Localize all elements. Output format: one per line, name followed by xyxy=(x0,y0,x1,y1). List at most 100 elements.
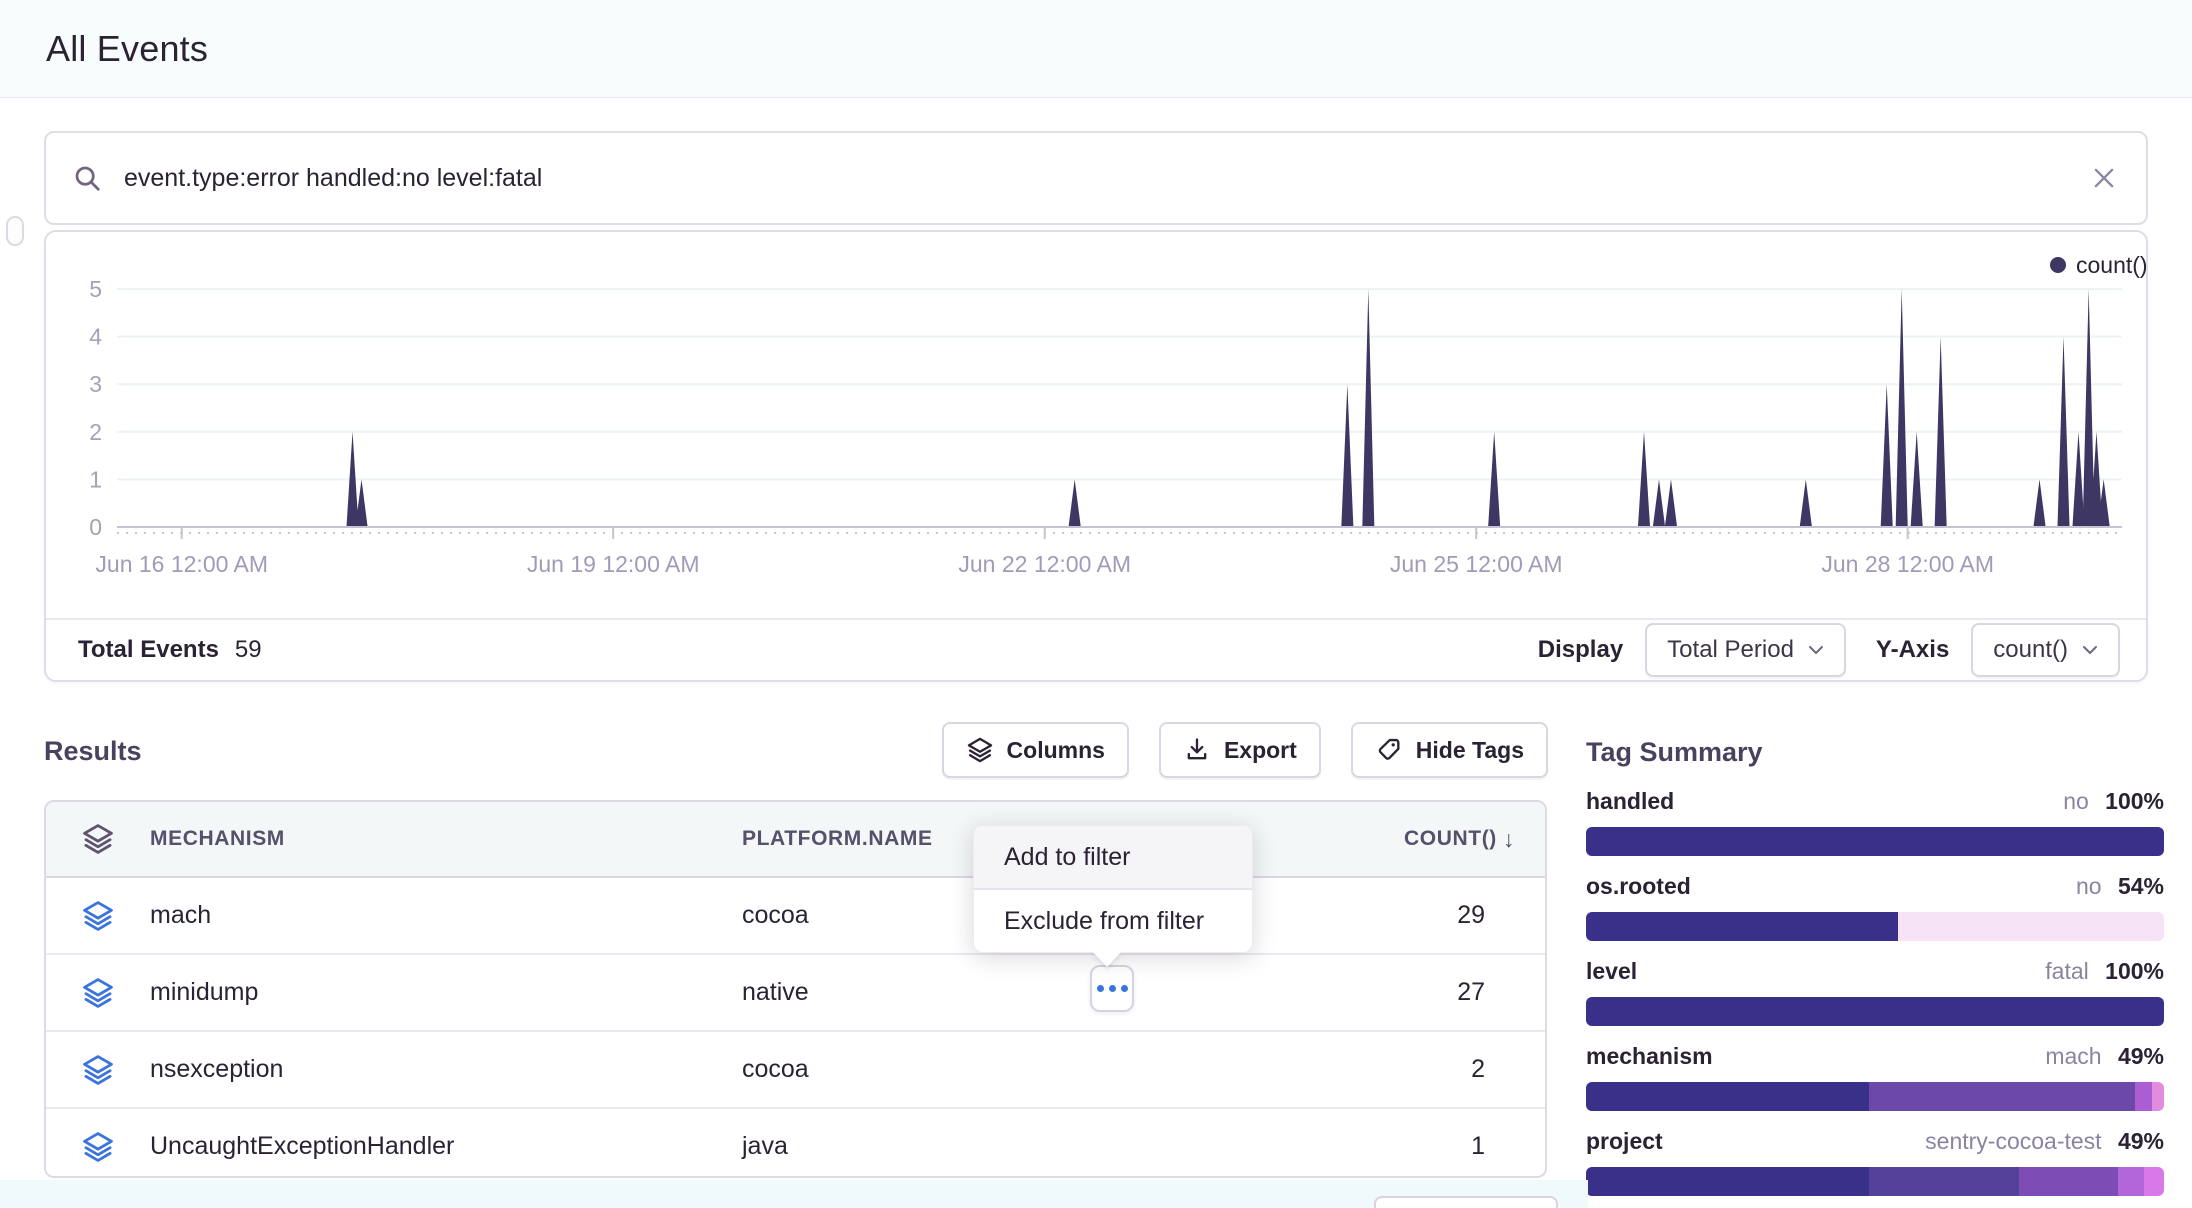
columns-button[interactable]: Columns xyxy=(942,722,1129,778)
tag-bar-segment[interactable] xyxy=(2152,1082,2164,1111)
row-actions-button[interactable] xyxy=(1090,965,1134,1012)
total-events-label: Total Events xyxy=(78,636,219,664)
tag-percent: 100% xyxy=(2099,958,2164,984)
hide-tags-button[interactable]: Hide Tags xyxy=(1351,722,1548,778)
tag-bar-segment[interactable] xyxy=(1586,997,2164,1026)
search-icon xyxy=(72,163,102,193)
tag-top-value: no xyxy=(2076,873,2102,899)
layers-icon xyxy=(46,1130,150,1164)
y-axis-tick-label: 5 xyxy=(89,276,102,302)
tag-name[interactable]: project xyxy=(1586,1128,1663,1155)
tag-percent: 49% xyxy=(2112,1128,2164,1154)
chart-spike xyxy=(1341,384,1353,526)
x-axis-tick-label: Jun 22 12:00 AM xyxy=(958,551,1131,577)
table-row[interactable]: UncaughtExceptionHandlerjava1 xyxy=(46,1109,1545,1178)
search-bar[interactable]: event.type:error handled:no level:fatal xyxy=(44,131,2148,225)
chart-spike xyxy=(1800,479,1812,526)
tag-name[interactable]: mechanism xyxy=(1586,1043,1713,1070)
tag-summary-item: levelfatal 100% xyxy=(1586,958,2164,1026)
chart-spike xyxy=(1653,479,1665,526)
tag-bar-segment[interactable] xyxy=(1586,1082,1869,1111)
tag-distribution-bar xyxy=(1586,997,2164,1026)
legend-dot xyxy=(2050,257,2066,273)
tag-distribution-bar xyxy=(1586,827,2164,856)
tag-bar-segment[interactable] xyxy=(2135,1082,2152,1111)
yaxis-dropdown-value: count() xyxy=(1993,636,2068,664)
layers-icon xyxy=(966,736,994,764)
pagination-partial[interactable] xyxy=(1374,1196,1558,1208)
cell-mechanism: mach xyxy=(150,901,742,930)
cell-mechanism: nsexception xyxy=(150,1055,742,1084)
columns-button-label: Columns xyxy=(1007,737,1105,764)
menu-pointer-tail xyxy=(1092,951,1122,967)
close-icon[interactable] xyxy=(2090,164,2118,192)
tag-summary-item: mechanismmach 49% xyxy=(1586,1043,2164,1111)
events-chart-panel: 012345Jun 16 12:00 AMJun 19 12:00 AMJun … xyxy=(44,230,2148,682)
y-axis-tick-label: 0 xyxy=(89,514,102,540)
tag-top-value: sentry-cocoa-test xyxy=(1925,1128,2101,1154)
layers-icon xyxy=(46,822,150,856)
yaxis-label: Y-Axis xyxy=(1876,636,1949,664)
tag-summary-item: project sentry-cocoa-test 49% xyxy=(1586,1128,2164,1196)
all-events-page: All Events event.type:error handled:no l… xyxy=(0,0,2192,1208)
tag-percent: 100% xyxy=(2099,788,2164,814)
tag-icon xyxy=(1375,736,1403,764)
yaxis-dropdown[interactable]: count() xyxy=(1971,623,2120,677)
tag-bar-segment[interactable] xyxy=(1898,912,2164,941)
chart-spike xyxy=(356,479,368,526)
results-toolbar: Columns Export Hide Tags xyxy=(1020,722,1548,778)
chevron-down-icon xyxy=(1808,645,1824,655)
display-dropdown-value: Total Period xyxy=(1667,636,1794,664)
layers-icon xyxy=(46,1053,150,1087)
tag-bar-segment[interactable] xyxy=(1869,1167,2019,1196)
layers-icon xyxy=(46,899,150,933)
column-header-mechanism[interactable]: MECHANISM xyxy=(150,827,742,851)
cell-context-menu: Add to filter Exclude from filter xyxy=(973,825,1253,953)
cell-mechanism: minidump xyxy=(150,978,742,1007)
tag-name[interactable]: os.rooted xyxy=(1586,873,1691,900)
search-input[interactable]: event.type:error handled:no level:fatal xyxy=(124,164,2090,193)
tag-bar-segment[interactable] xyxy=(1869,1082,2135,1111)
table-row[interactable]: machcocoa29 xyxy=(46,878,1545,955)
export-button[interactable]: Export xyxy=(1159,722,1321,778)
tag-bar-segment[interactable] xyxy=(1586,1167,1869,1196)
tag-name[interactable]: level xyxy=(1586,958,1637,985)
display-dropdown[interactable]: Total Period xyxy=(1645,623,1846,677)
total-events-value: 59 xyxy=(235,636,262,664)
layers-icon xyxy=(46,976,150,1010)
chart-spike xyxy=(2034,479,2046,526)
table-body: machcocoa29minidumpnative27nsexceptionco… xyxy=(46,878,1545,1178)
menu-item-add-to-filter[interactable]: Add to filter xyxy=(974,826,1252,888)
table-row[interactable]: nsexceptioncocoa2 xyxy=(46,1032,1545,1109)
chart-spike xyxy=(1665,479,1677,526)
column-header-count[interactable]: COUNT() ↓ xyxy=(1325,826,1545,853)
table-header-row: MECHANISM PLATFORM.NAME COUNT() ↓ xyxy=(46,802,1545,878)
export-button-label: Export xyxy=(1224,737,1297,764)
tag-bar-segment[interactable] xyxy=(1586,827,2164,856)
tag-distribution-bar xyxy=(1586,1082,2164,1111)
table-row[interactable]: minidumpnative27 xyxy=(46,955,1545,1032)
chart-footer: Total Events 59 Display Total Period Y-A… xyxy=(46,618,2146,680)
tag-top-value: no xyxy=(2063,788,2089,814)
count-header-label: COUNT() xyxy=(1404,827,1497,851)
tag-distribution-bar xyxy=(1586,912,2164,941)
chart-spike xyxy=(1881,384,1893,526)
y-axis-tick-label: 4 xyxy=(89,324,102,350)
y-axis-tick-label: 3 xyxy=(89,371,102,397)
x-axis-tick-label: Jun 19 12:00 AM xyxy=(527,551,700,577)
menu-item-exclude-from-filter[interactable]: Exclude from filter xyxy=(974,890,1252,952)
chevron-down-icon xyxy=(2082,645,2098,655)
tag-bar-segment[interactable] xyxy=(2019,1167,2117,1196)
page-header: All Events xyxy=(0,0,2192,98)
x-axis-tick-label: Jun 28 12:00 AM xyxy=(1821,551,1994,577)
tag-bar-segment[interactable] xyxy=(2118,1167,2144,1196)
tag-summary-item: handled no 100% xyxy=(1586,788,2164,856)
display-label: Display xyxy=(1538,636,1623,664)
left-edge-handle xyxy=(6,216,24,246)
tag-bar-segment[interactable] xyxy=(2144,1167,2164,1196)
cell-count: 1 xyxy=(1325,1132,1515,1161)
tag-name[interactable]: handled xyxy=(1586,788,1674,815)
tag-bar-segment[interactable] xyxy=(1586,912,1898,941)
tag-summary-heading: Tag Summary xyxy=(1586,737,1763,768)
ellipsis-icon xyxy=(1109,985,1116,992)
